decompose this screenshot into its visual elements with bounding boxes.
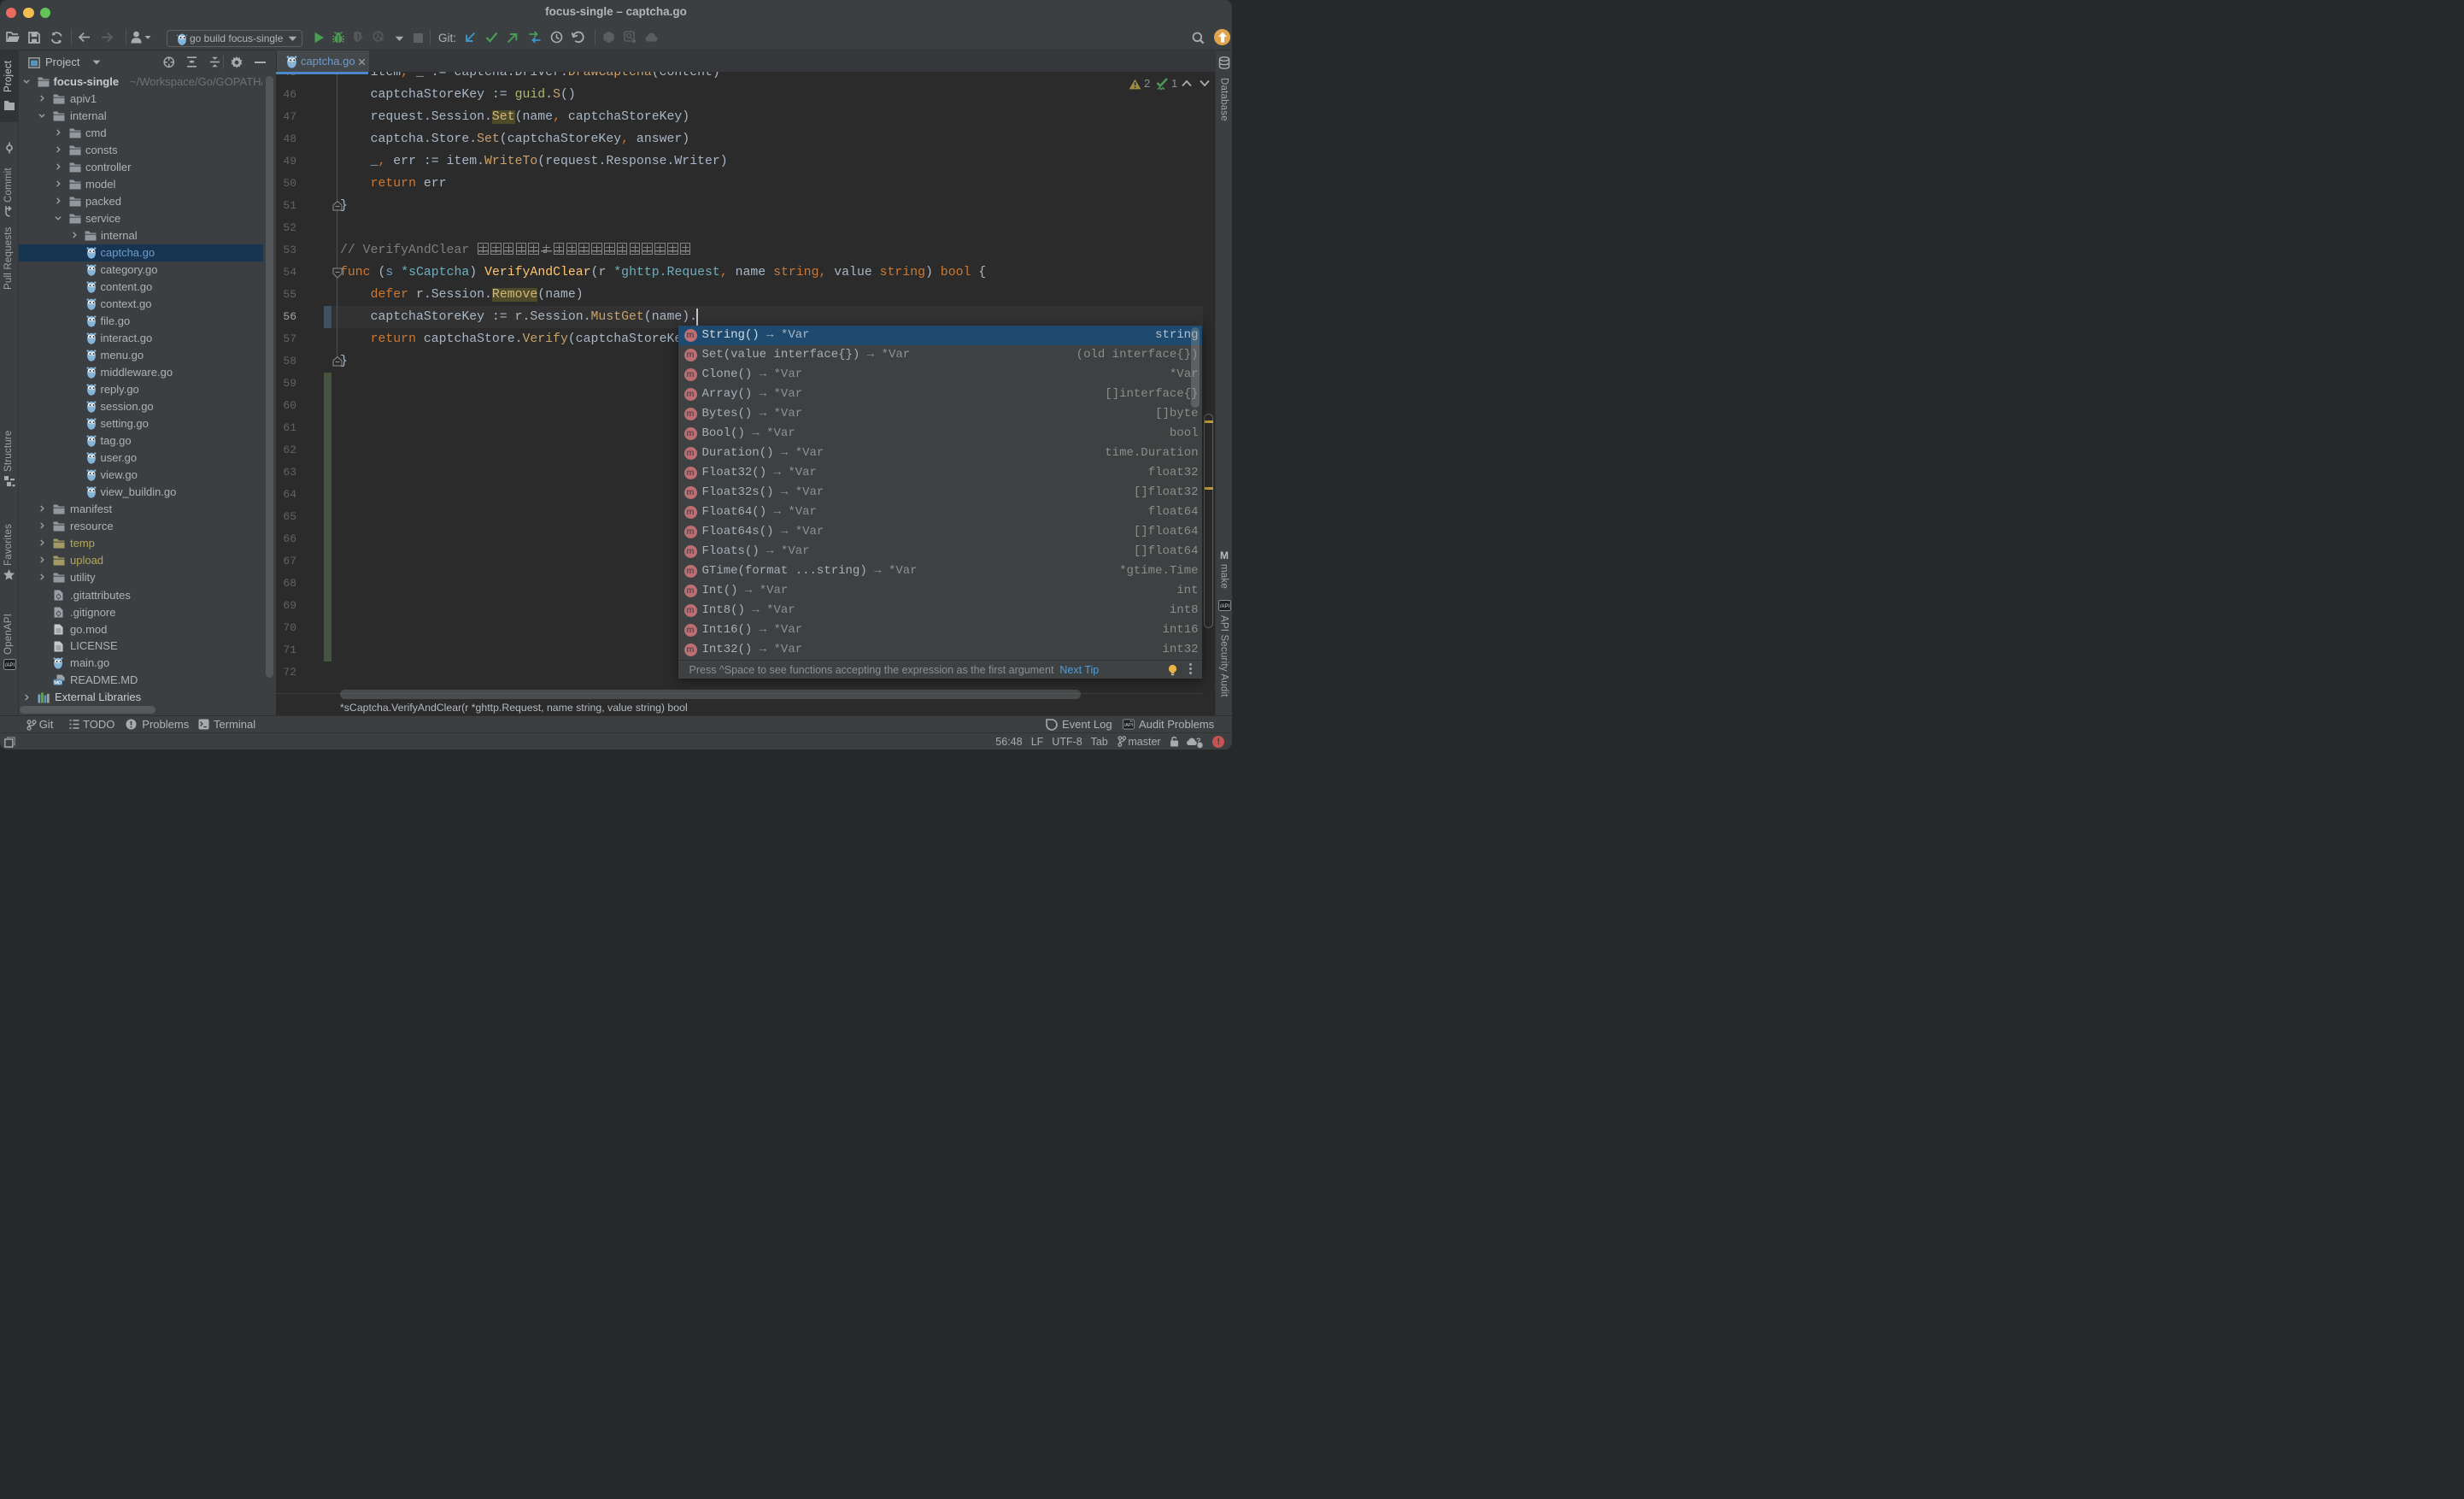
svg-text:MD: MD xyxy=(54,680,62,685)
svg-text:/API: /API xyxy=(1124,723,1134,728)
svg-text:/API: /API xyxy=(1220,604,1230,609)
svg-text:/API: /API xyxy=(4,663,15,668)
